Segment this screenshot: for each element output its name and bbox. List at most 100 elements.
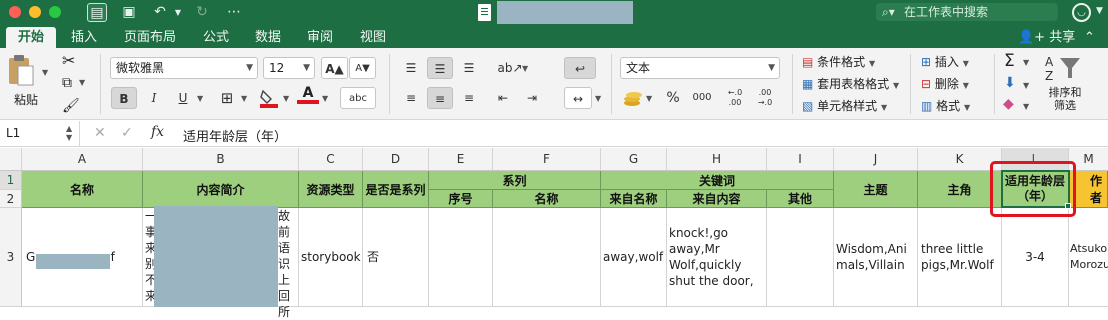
- increase-font-size-button[interactable]: A▲: [321, 57, 348, 79]
- italic-button[interactable]: I: [141, 87, 167, 109]
- column-header[interactable]: H: [667, 148, 767, 171]
- comma-style-button[interactable]: 000: [689, 87, 715, 109]
- tab-data[interactable]: 数据: [248, 27, 288, 48]
- cancel-entry-icon[interactable]: ✕: [94, 125, 106, 141]
- cut-icon[interactable]: ✂: [62, 51, 75, 70]
- align-center-icon[interactable]: ≡: [427, 87, 453, 109]
- font-size-select[interactable]: 12 ▼: [263, 57, 315, 79]
- column-header[interactable]: C: [299, 148, 363, 171]
- column-header[interactable]: J: [834, 148, 918, 171]
- header-other[interactable]: 其他: [767, 190, 834, 208]
- align-right-icon[interactable]: ≡: [456, 87, 482, 109]
- save-icon[interactable]: ▣: [119, 3, 139, 22]
- autosum-dropdown-icon[interactable]: ▼: [1023, 58, 1029, 67]
- align-middle-icon[interactable]: ☰: [427, 57, 453, 79]
- underline-dropdown-icon[interactable]: ▼: [197, 94, 203, 103]
- confirm-entry-icon[interactable]: ✓: [121, 125, 133, 141]
- conditional-formatting-button[interactable]: ▤ 条件格式 ▼: [802, 53, 875, 71]
- increase-indent-icon[interactable]: ⇥: [519, 87, 545, 109]
- decrease-indent-icon[interactable]: ⇤: [490, 87, 516, 109]
- font-color-dropdown-icon[interactable]: ▼: [322, 94, 328, 103]
- tab-review[interactable]: 审阅: [300, 27, 340, 48]
- borders-dropdown-icon[interactable]: ▼: [241, 94, 247, 103]
- insert-cells-button[interactable]: ⊞ 插入 ▼: [921, 53, 969, 71]
- header-theme[interactable]: 主题: [834, 171, 918, 208]
- tab-view[interactable]: 视图: [353, 27, 393, 48]
- share-button[interactable]: 👤+ 共享: [1018, 27, 1075, 48]
- cell-series-name[interactable]: [493, 208, 601, 307]
- clear-icon[interactable]: ◆: [1003, 96, 1014, 112]
- format-painter-icon[interactable]: 🖌: [62, 98, 80, 114]
- name-box-stepper-icon[interactable]: ▲ ▼: [66, 124, 72, 142]
- cell-from-content[interactable]: knock!,go away,Mr Wolf,quickly shut the …: [667, 208, 767, 307]
- select-all-corner[interactable]: [0, 148, 22, 171]
- fill-color-dropdown-icon[interactable]: ▼: [283, 94, 289, 103]
- fill-icon[interactable]: ⬇: [1004, 75, 1016, 91]
- paste-dropdown-icon[interactable]: ▼: [42, 68, 48, 77]
- cell-author[interactable]: Atsuko Morozu: [1069, 208, 1108, 307]
- clear-dropdown-icon[interactable]: ▼: [1023, 102, 1029, 111]
- copy-dropdown-icon[interactable]: ▼: [79, 78, 85, 87]
- format-as-table-button[interactable]: ▦ 套用表格格式 ▼: [802, 75, 899, 93]
- copy-icon[interactable]: ⧉: [62, 75, 72, 91]
- tab-formulas[interactable]: 公式: [196, 27, 236, 48]
- column-header[interactable]: D: [363, 148, 429, 171]
- feedback-caret-icon[interactable]: ▼: [1096, 6, 1103, 16]
- row-header[interactable]: 2: [0, 190, 22, 208]
- minimize-window-button[interactable]: [29, 6, 41, 18]
- currency-dropdown-icon[interactable]: ▼: [646, 94, 652, 103]
- cell-from-name[interactable]: away,wolf: [601, 208, 667, 307]
- close-window-button[interactable]: [9, 6, 21, 18]
- header-series-number[interactable]: 序号: [429, 190, 493, 208]
- sort-filter-icon[interactable]: AZ: [1044, 54, 1084, 83]
- column-header[interactable]: B: [143, 148, 299, 171]
- header-is-series[interactable]: 是否是系列: [363, 171, 429, 208]
- header-series[interactable]: 系列: [429, 171, 601, 190]
- row-header[interactable]: 3: [0, 208, 22, 307]
- bold-button[interactable]: B: [111, 87, 137, 109]
- row-header[interactable]: 1: [0, 171, 22, 190]
- wrap-text-icon[interactable]: ↩: [564, 57, 596, 79]
- sheet-search-input[interactable]: ⌕▾ 在工作表中搜索: [876, 3, 1058, 21]
- customize-toolbar-icon[interactable]: ⋯: [224, 3, 244, 22]
- cell-other[interactable]: [767, 208, 834, 307]
- orientation-dropdown-icon[interactable]: ▼: [522, 64, 528, 73]
- column-header[interactable]: G: [601, 148, 667, 171]
- fill-color-icon[interactable]: [258, 87, 280, 109]
- merge-center-icon[interactable]: ↔: [564, 87, 592, 109]
- header-from-content[interactable]: 来自内容: [667, 190, 767, 208]
- column-header[interactable]: A: [22, 148, 143, 171]
- zoom-window-button[interactable]: [49, 6, 61, 18]
- insert-function-icon[interactable]: fx: [151, 124, 164, 140]
- orientation-icon[interactable]: ab↗: [497, 57, 523, 79]
- format-cells-button[interactable]: ▥ 格式 ▼: [921, 97, 970, 115]
- cell-protagonist[interactable]: three little pigs,Mr.Wolf: [918, 208, 1002, 307]
- fill-dropdown-icon[interactable]: ▼: [1023, 81, 1029, 90]
- header-resource-type[interactable]: 资源类型: [299, 171, 363, 208]
- number-format-select[interactable]: 文本 ▼: [620, 57, 780, 79]
- header-keywords[interactable]: 关键词: [601, 171, 834, 190]
- borders-icon[interactable]: ⊞: [214, 87, 240, 109]
- underline-button[interactable]: U: [170, 87, 196, 109]
- tab-page-layout[interactable]: 页面布局: [116, 27, 184, 48]
- increase-decimal-button[interactable]: ←.0 .00: [722, 87, 748, 109]
- font-color-icon[interactable]: A: [297, 85, 319, 109]
- currency-icon[interactable]: [622, 88, 646, 108]
- header-name[interactable]: 名称: [22, 171, 143, 208]
- paste-icon[interactable]: [6, 54, 42, 88]
- column-header[interactable]: E: [429, 148, 493, 171]
- tab-home[interactable]: 开始: [6, 27, 56, 48]
- cell-age-range[interactable]: 3-4: [1002, 208, 1069, 307]
- cell-resource-type[interactable]: storybook: [299, 208, 363, 307]
- undo-icon[interactable]: ↶: [150, 3, 170, 22]
- phonetic-guide-button[interactable]: abc: [340, 87, 376, 109]
- sidebar-toggle-icon[interactable]: ▤: [87, 3, 107, 22]
- decrease-decimal-button[interactable]: .00 →.0: [752, 87, 778, 109]
- cell-theme[interactable]: Wisdom,Animals,Villain: [834, 208, 918, 307]
- header-series-name[interactable]: 名称: [493, 190, 601, 208]
- decrease-font-size-button[interactable]: A▼: [349, 57, 376, 79]
- header-from-name[interactable]: 来自名称: [601, 190, 667, 208]
- collapse-ribbon-icon[interactable]: ⌃: [1084, 27, 1095, 48]
- sort-filter-label[interactable]: 排序和 筛选: [1047, 86, 1083, 112]
- align-bottom-icon[interactable]: ☰: [456, 57, 482, 79]
